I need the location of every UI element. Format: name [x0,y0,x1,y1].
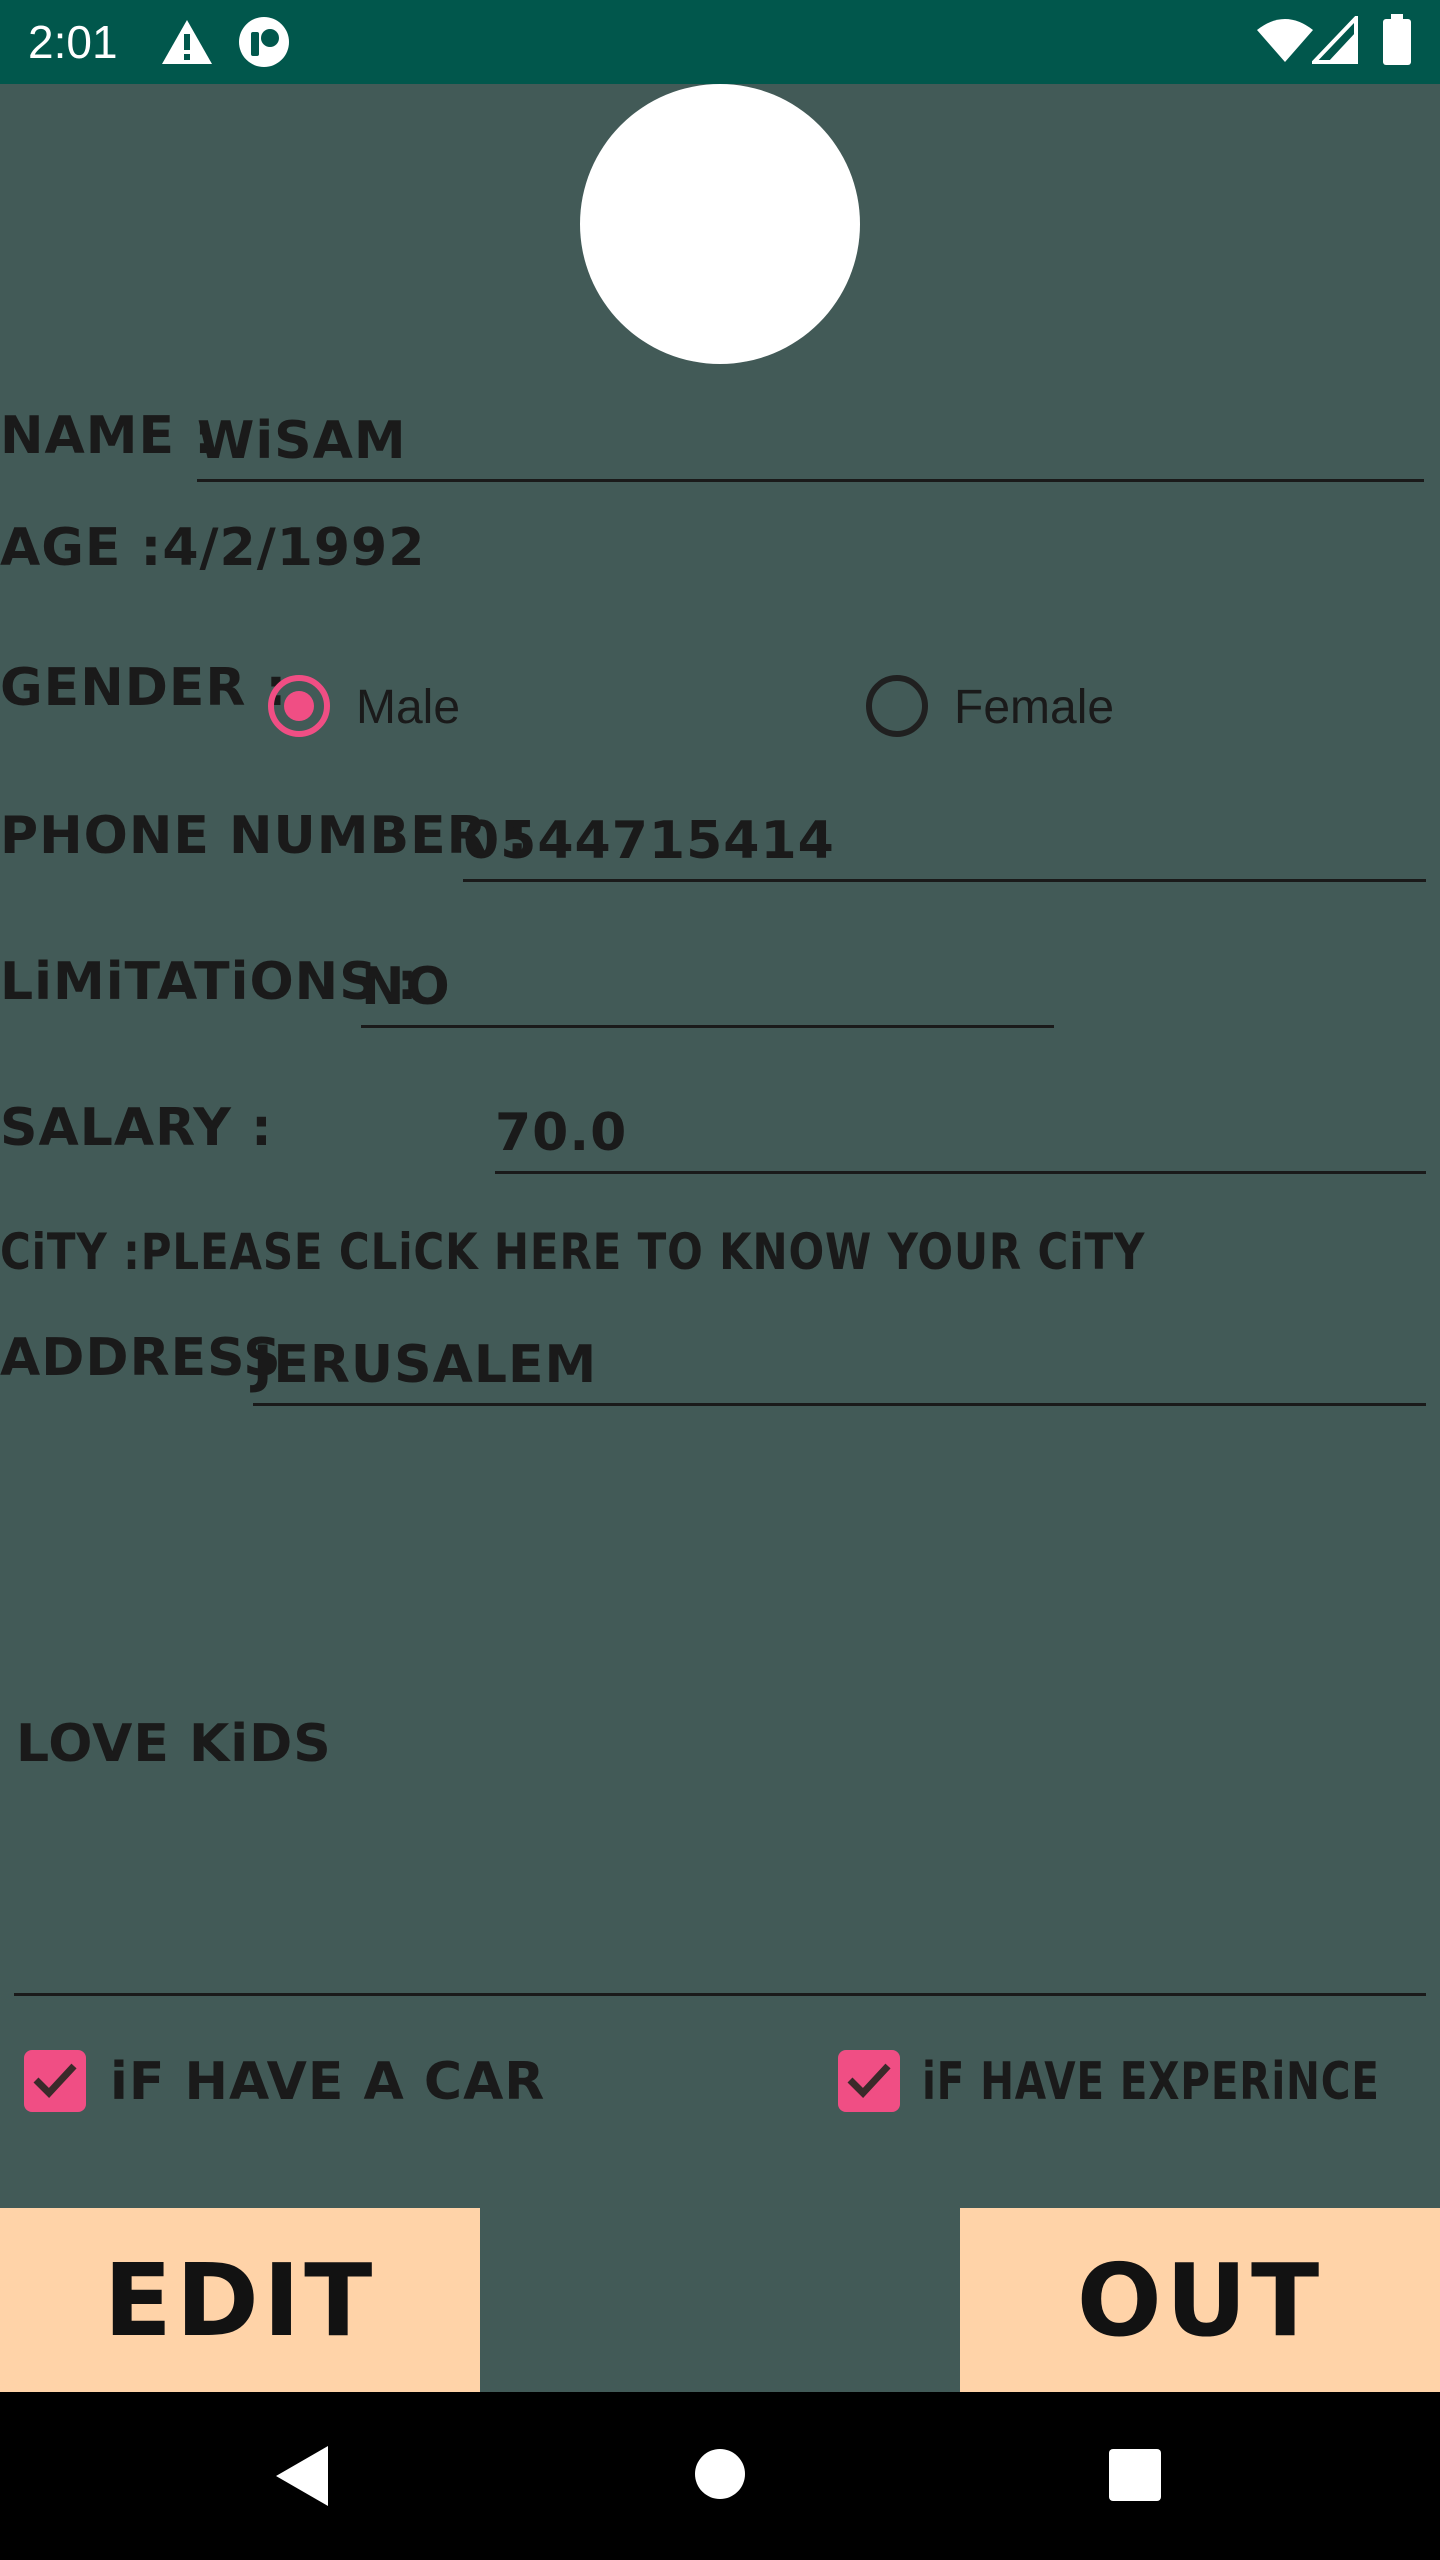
check-icon [847,2063,891,2099]
status-bar: 2:01 [0,0,1440,84]
limitations-value: NO [361,957,451,1017]
experience-checkbox[interactable] [838,2050,900,2112]
check-icon [33,2063,77,2099]
name-label: NAME : [0,406,216,466]
limitations-label: LiMiTATiONS : [0,952,419,1012]
out-button[interactable]: OUT [960,2208,1440,2392]
experience-checkbox-label[interactable]: iF HAVE EXPERiNCE [922,2050,1380,2114]
phone-label: PHONE NUMBER : [0,806,529,866]
name-value: WiSAM [197,411,407,471]
signal-icon [1309,13,1358,68]
limitations-field[interactable]: NO [361,948,1054,1028]
back-icon[interactable] [272,2444,332,2512]
battery-icon [1382,14,1412,70]
address-label: ADDRESS [0,1328,282,1388]
home-icon[interactable] [694,2448,746,2504]
notes-field[interactable]: LOVE KiDS [14,1700,1426,1996]
address-value: JERUSALEM [253,1335,598,1395]
navigation-bar [0,2392,1440,2560]
salary-field[interactable]: 70.0 [495,1094,1426,1174]
phone-field[interactable]: 0544715414 [463,800,1426,882]
status-time: 2:01 [28,16,118,68]
gender-label: GENDER : [0,658,288,718]
male-label[interactable]: Male [356,676,460,740]
notes-value: LOVE KiDS [16,1714,332,1774]
car-checkbox-label[interactable]: iF HAVE A CAR [110,2050,545,2114]
male-radio[interactable] [268,675,330,737]
female-radio[interactable] [866,675,928,737]
alert-icon [160,18,214,70]
city-link[interactable]: CiTY :PLEASE CLiCK HERE TO KNOW YOUR CiT… [0,1220,1145,1284]
salary-value: 70.0 [495,1103,628,1163]
app-notification-icon [238,16,290,72]
age-text: AGE :4/2/1992 [0,518,426,578]
avatar[interactable] [580,84,860,364]
recents-icon[interactable] [1108,2448,1162,2506]
phone-value: 0544715414 [463,811,835,871]
address-field[interactable]: JERUSALEM [253,1326,1426,1406]
salary-label: SALARY : [0,1098,273,1158]
wifi-icon [1256,18,1314,68]
edit-button[interactable]: EDIT [0,2208,480,2392]
name-field[interactable]: WiSAM [197,404,1424,482]
car-checkbox[interactable] [24,2050,86,2112]
female-label[interactable]: Female [954,676,1114,740]
